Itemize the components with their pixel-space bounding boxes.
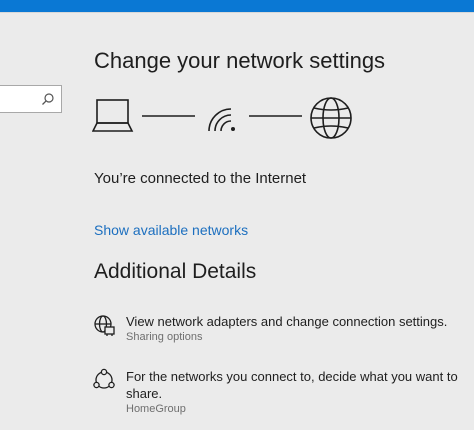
homegroup-label: HomeGroup <box>126 403 186 415</box>
homegroup-text[interactable]: For the networks you connect to, decide … <box>126 368 472 402</box>
search-icon[interactable] <box>41 92 55 106</box>
homegroup-item[interactable]: For the networks you connect to, decide … <box>92 368 472 424</box>
sharing-options-label: Sharing options <box>126 331 203 343</box>
network-adapter-icon <box>94 315 115 336</box>
network-adapters-text[interactable]: View network adapters and change connect… <box>126 313 472 330</box>
globe-icon <box>310 97 352 139</box>
show-available-networks-link[interactable]: Show available networks <box>94 222 248 238</box>
connection-status: You’re connected to the Internet <box>94 170 307 187</box>
wifi-icon <box>208 108 235 132</box>
homegroup-icon <box>93 368 115 389</box>
additional-details-heading: Additional Details <box>94 260 257 283</box>
title-bar <box>0 0 474 13</box>
network-adapters-item[interactable]: View network adapters and change connect… <box>92 313 472 347</box>
network-status-diagram <box>92 97 352 139</box>
laptop-icon <box>92 99 134 132</box>
page-title: Change your network settings <box>94 48 386 73</box>
search-box[interactable] <box>0 85 62 113</box>
